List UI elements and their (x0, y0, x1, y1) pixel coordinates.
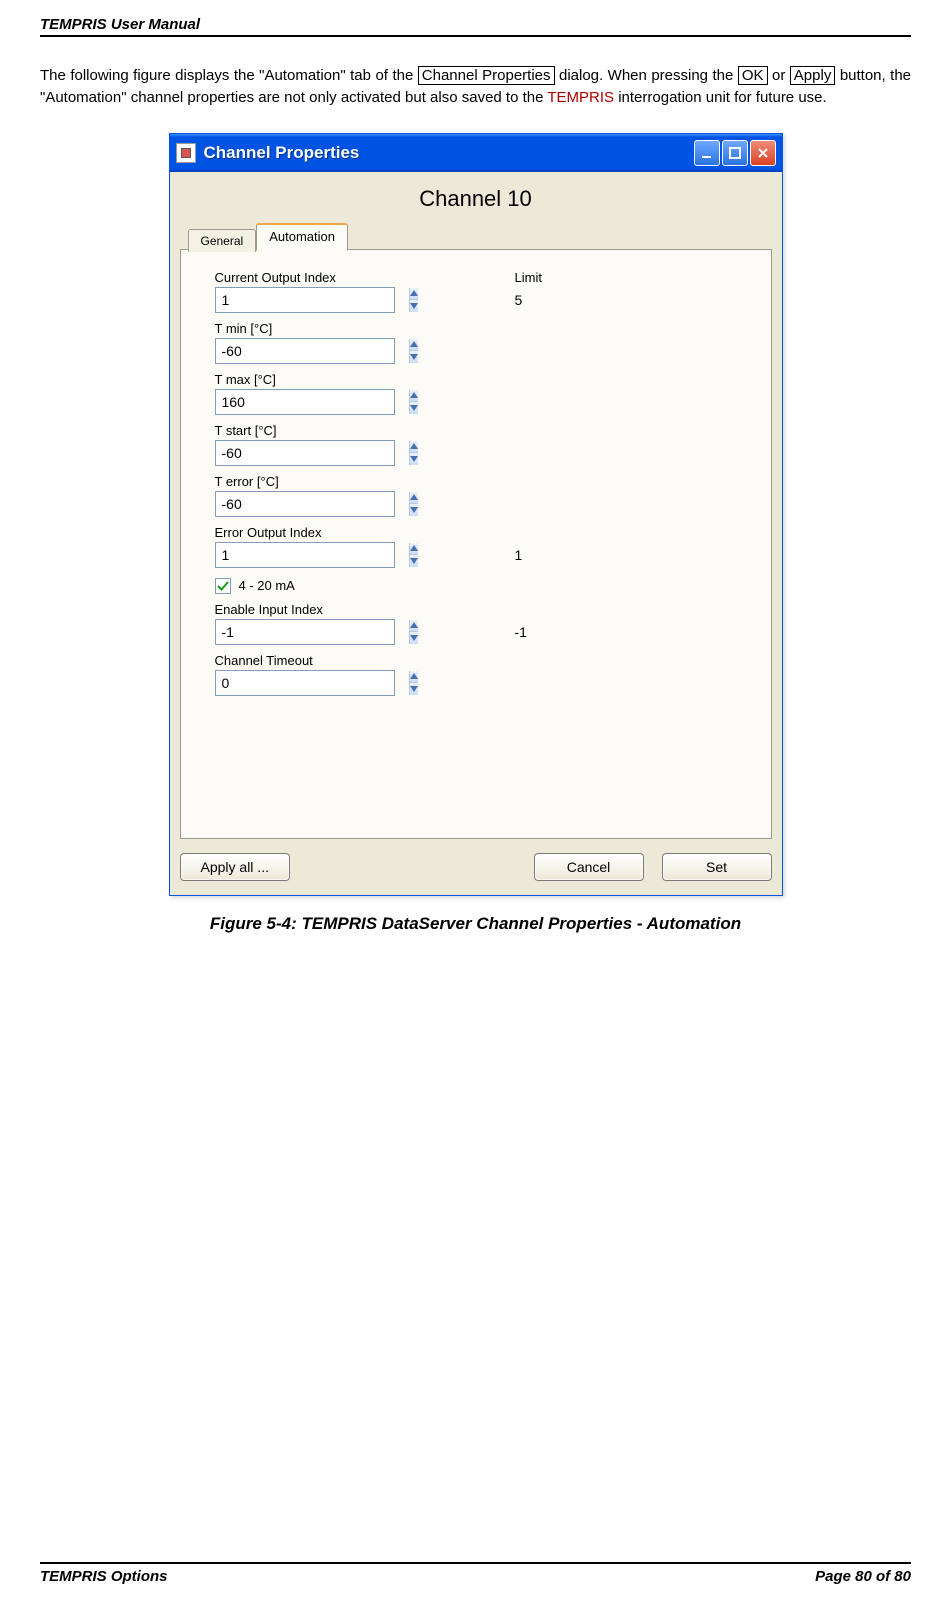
spinner-terror[interactable] (215, 491, 395, 517)
spinner-down-icon[interactable] (410, 351, 418, 363)
intro-paragraph: The following figure displays the "Autom… (40, 65, 911, 109)
spinner-down-icon[interactable] (410, 402, 418, 414)
spinner-up-icon[interactable] (410, 339, 418, 352)
spinner-up-icon[interactable] (410, 390, 418, 403)
footer-right: Page 80 of 80 (815, 1568, 911, 1585)
input-error-output-index[interactable] (216, 543, 409, 567)
input-tmin[interactable] (216, 339, 409, 363)
boxed-apply: Apply (790, 66, 836, 85)
spinner-current-output-index[interactable] (215, 287, 395, 313)
window-title: Channel Properties (204, 143, 694, 163)
label-enable-input-index: Enable Input Index (215, 602, 743, 617)
apply-all-button[interactable]: Apply all ... (180, 853, 290, 881)
label-4-20ma: 4 - 20 mA (239, 578, 295, 593)
set-button[interactable]: Set (662, 853, 772, 881)
label-terror: T error [°C] (215, 474, 743, 489)
spinner-tstart[interactable] (215, 440, 395, 466)
footer-left: TEMPRIS Options (40, 1568, 168, 1585)
spinner-up-icon[interactable] (410, 671, 418, 684)
spinner-down-icon[interactable] (410, 453, 418, 465)
input-tmax[interactable] (216, 390, 409, 414)
spinner-channel-timeout[interactable] (215, 670, 395, 696)
intro-text: The following figure displays the "Autom… (40, 67, 418, 84)
spinner-down-icon[interactable] (410, 555, 418, 567)
spinner-up-icon[interactable] (410, 441, 418, 454)
cancel-button[interactable]: Cancel (534, 853, 644, 881)
intro-text: dialog. When pressing the (559, 67, 738, 84)
app-icon (176, 143, 196, 163)
input-current-output-index[interactable] (216, 288, 409, 312)
spinner-up-icon[interactable] (410, 288, 418, 301)
limit-value-eoi: 1 (515, 547, 523, 563)
label-tmax: T max [°C] (215, 372, 743, 387)
spinner-enable-input-index[interactable] (215, 619, 395, 645)
input-tstart[interactable] (216, 441, 409, 465)
spinner-down-icon[interactable] (410, 632, 418, 644)
label-tmin: T min [°C] (215, 321, 743, 336)
input-channel-timeout[interactable] (216, 671, 409, 695)
label-error-output-index: Error Output Index (215, 525, 743, 540)
checkbox-4-20ma[interactable] (215, 578, 231, 594)
window-titlebar[interactable]: Channel Properties (170, 134, 782, 172)
label-limit: Limit (515, 270, 542, 285)
intro-text: or (772, 67, 790, 84)
spinner-up-icon[interactable] (410, 492, 418, 505)
intro-text: interrogation unit for future use. (618, 89, 826, 106)
input-terror[interactable] (216, 492, 409, 516)
input-enable-input-index[interactable] (216, 620, 409, 644)
label-channel-timeout: Channel Timeout (215, 653, 743, 668)
spinner-down-icon[interactable] (410, 504, 418, 516)
brand-tempris: TEMPRIS (547, 89, 614, 106)
label-current-output-index: Current Output Index (215, 270, 515, 285)
page-header: TEMPRIS User Manual (40, 16, 911, 37)
channel-heading: Channel 10 (180, 186, 772, 212)
spinner-up-icon[interactable] (410, 543, 418, 556)
spinner-down-icon[interactable] (410, 683, 418, 695)
spinner-tmin[interactable] (215, 338, 395, 364)
boxed-ok: OK (738, 66, 768, 85)
minimize-button[interactable] (694, 140, 720, 166)
spinner-error-output-index[interactable] (215, 542, 395, 568)
channel-properties-window: Channel Properties Channel 10 Gener (169, 133, 783, 896)
close-button[interactable] (750, 140, 776, 166)
tab-panel-automation: Current Output Index Limit 5 (180, 249, 772, 839)
figure-caption: Figure 5-4: TEMPRIS DataServer Channel P… (40, 914, 911, 934)
tab-general[interactable]: General (188, 229, 257, 252)
maximize-button[interactable] (722, 140, 748, 166)
boxed-channel-properties: Channel Properties (418, 66, 555, 85)
label-tstart: T start [°C] (215, 423, 743, 438)
spinner-tmax[interactable] (215, 389, 395, 415)
limit-value-coi: 5 (515, 292, 523, 308)
tab-automation[interactable]: Automation (256, 223, 348, 251)
limit-value-eii: -1 (515, 624, 527, 640)
spinner-up-icon[interactable] (410, 620, 418, 633)
spinner-down-icon[interactable] (410, 300, 418, 312)
